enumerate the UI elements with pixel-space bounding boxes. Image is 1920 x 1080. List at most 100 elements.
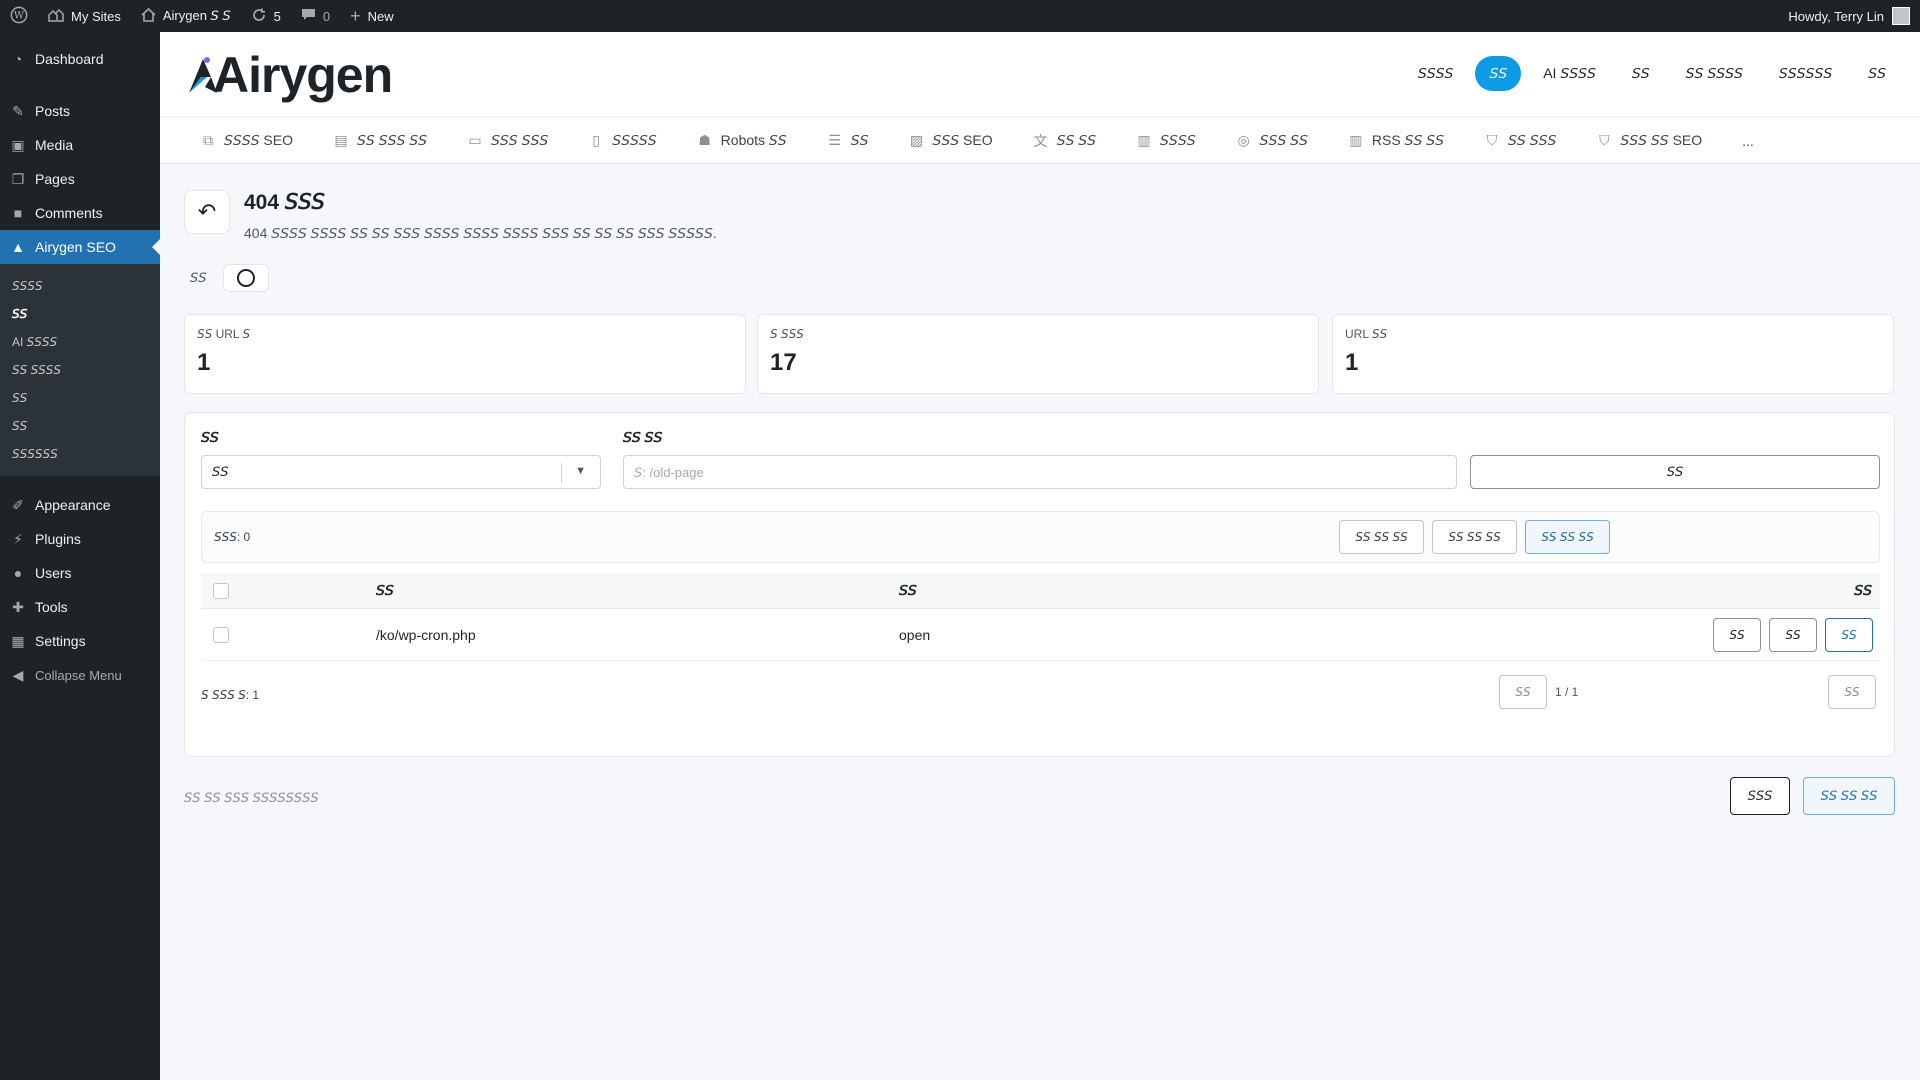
bulk-action-button[interactable]: 𝘚𝘚 𝘚𝘚 𝘚𝘚 [1339, 520, 1424, 554]
bulk-action-button[interactable]: 𝘚𝘚 𝘚𝘚 𝘚𝘚 [1432, 520, 1517, 554]
records-panel: 𝘚𝘚 𝘚𝘚 ▼ 𝘚𝘚 𝘚𝘚 𝘚𝘚 𝘚𝘚𝘚: 0 𝘚𝘚 𝘚𝘚 𝘚𝘚 𝘚𝘚 𝘚𝘚 𝘚… [184, 412, 1895, 757]
subnav-item-message[interactable]: ▭ 𝘚𝘚𝘚 𝘚𝘚𝘚 [467, 132, 566, 149]
sidebar-item-users[interactable]: ● Users [0, 556, 160, 590]
subnav-item-translate[interactable]: 文 𝘚𝘚 𝘚𝘚 [1033, 131, 1114, 151]
comment-icon: ■ [13, 205, 23, 221]
sidebar-item-appearance[interactable]: ✐ Appearance [0, 488, 160, 522]
row-action-button-primary[interactable]: 𝘚𝘚 [1825, 618, 1873, 652]
status-select[interactable]: 𝘚𝘚 ▼ [201, 455, 601, 489]
sidebar-item-comments[interactable]: ■ Comments [0, 196, 160, 230]
select-all-checkbox[interactable] [213, 582, 229, 599]
subnav-item-more[interactable]: ... [1742, 133, 1772, 149]
plus-icon: + [350, 6, 361, 26]
status-select-value: 𝘚𝘚 [212, 464, 229, 479]
topnav-item[interactable]: AI 𝘚𝘚𝘚𝘚 [1529, 56, 1610, 91]
subnav-label: RSS 𝘚𝘚 𝘚𝘚 [1371, 132, 1445, 148]
subnav-item-check[interactable]: ◎ 𝘚𝘚𝘚 𝘚𝘚 [1236, 132, 1326, 149]
site-name-label: Airygen 𝘚 𝘚 [162, 8, 231, 23]
shield-icon: ⛉ [1486, 132, 1498, 148]
sidebar-item-tools[interactable]: ✚ Tools [0, 590, 160, 624]
sites-icon [48, 8, 64, 25]
topnav-item[interactable]: 𝘚𝘚𝘚𝘚 [1404, 56, 1468, 91]
subnav-item-list[interactable]: ☰ 𝘚𝘚 [827, 132, 887, 149]
collapse-icon: ◀ [12, 666, 24, 683]
submenu-item[interactable]: 𝘚𝘚 𝘚𝘚𝘚𝘚 [0, 356, 160, 384]
map-icon: ▥ [1137, 132, 1151, 148]
sidebar-item-label: Users [35, 565, 72, 581]
svg-text:W: W [14, 10, 25, 21]
chevron-down-icon: ▼ [575, 465, 586, 477]
stat-label: 𝘚 𝘚𝘚𝘚 [770, 327, 804, 341]
reset-button[interactable]: 𝘚𝘚𝘚 [1730, 777, 1790, 815]
wp-logo-menu[interactable]: W [0, 0, 38, 32]
topnav-item-active[interactable]: 𝘚𝘚 [1475, 56, 1522, 91]
my-sites-menu[interactable]: My Sites [38, 0, 131, 32]
plugin-header: Airygen 𝘚𝘚𝘚𝘚 𝘚𝘚 AI 𝘚𝘚𝘚𝘚 𝘚𝘚 𝘚𝘚 𝘚𝘚𝘚𝘚 𝘚𝘚𝘚𝘚𝘚… [160, 32, 1920, 117]
sidebar-item-dashboard[interactable]: ◔ Dashboard [0, 42, 160, 76]
save-button[interactable]: 𝘚𝘚 𝘚𝘚 𝘚𝘚 [1803, 777, 1895, 815]
sidebar-item-plugins[interactable]: ⚡ Plugins [0, 522, 160, 556]
toggle-label: 𝘚𝘚 [190, 270, 207, 285]
sidebar-item-label: Posts [35, 103, 71, 119]
collapse-menu-button[interactable]: ◀ Collapse Menu [0, 658, 160, 692]
prev-page-button[interactable]: 𝘚𝘚 [1499, 675, 1547, 709]
subnav-label: 𝘚𝘚𝘚 𝘚𝘚 SEO [1620, 132, 1703, 148]
submenu-item[interactable]: 𝘚𝘚 [0, 384, 160, 412]
airygen-logo[interactable]: Airygen [187, 46, 393, 104]
subnav-item-image-seo[interactable]: ▨ 𝘚𝘚𝘚 SEO [908, 132, 1010, 149]
my-sites-label: My Sites [71, 8, 121, 24]
subnav-item-rss[interactable]: ▥ RSS 𝘚𝘚 𝘚𝘚 [1348, 132, 1462, 149]
back-button[interactable]: ↶ [184, 190, 230, 234]
submenu-item[interactable]: 𝘚𝘚𝘚𝘚𝘚𝘚 [0, 440, 160, 468]
site-name-menu[interactable]: Airygen 𝘚 𝘚 [131, 0, 241, 32]
submenu-item[interactable]: AI 𝘚𝘚𝘚𝘚 [0, 328, 160, 356]
updates-menu[interactable]: 5 [241, 0, 291, 32]
next-page-button[interactable]: 𝘚𝘚 [1828, 675, 1876, 709]
sidebar-item-posts[interactable]: ✎ Posts [0, 94, 160, 128]
subnav-item-robots[interactable]: ☗ Robots 𝘚𝘚 [697, 132, 805, 149]
module-toggle[interactable] [222, 264, 269, 292]
new-content-menu[interactable]: + New [340, 0, 404, 32]
account-menu[interactable]: Howdy, Terry Lin [1788, 7, 1920, 25]
subnav-item-map[interactable]: ▥ 𝘚𝘚𝘚𝘚 [1136, 132, 1214, 149]
submenu-item[interactable]: 𝘚𝘚𝘚𝘚 [0, 272, 160, 300]
search-input[interactable] [623, 455, 1457, 489]
comments-count: 0 [322, 8, 331, 24]
subnav-item-file[interactable]: ▯ 𝘚𝘚𝘚𝘚𝘚 [588, 132, 674, 149]
sidebar-item-pages[interactable]: ❐ Pages [0, 162, 160, 196]
translate-icon: 文 [1033, 132, 1048, 149]
topnav-item[interactable]: 𝘚𝘚 𝘚𝘚𝘚𝘚 [1672, 56, 1757, 91]
stat-card: 𝘚𝘚 URL 𝘚 1 [184, 314, 746, 394]
refresh-icon [251, 7, 267, 26]
row-action-button[interactable]: 𝘚𝘚 [1769, 618, 1817, 652]
sidebar-item-label: Tools [35, 599, 68, 615]
subnav-item-shield-seo[interactable]: ⛉ 𝘚𝘚𝘚 𝘚𝘚 SEO [1596, 132, 1720, 149]
sidebar-item-settings[interactable]: ▦ Settings [0, 624, 160, 658]
status-filter-label: 𝘚𝘚 [201, 429, 219, 445]
comments-menu[interactable]: 0 [291, 0, 340, 32]
submenu-item[interactable]: 𝘚𝘚 [0, 412, 160, 440]
list-icon: ☰ [828, 132, 841, 148]
subnav-item-archive-seo[interactable]: ⧉ 𝘚𝘚𝘚𝘚 SEO [200, 132, 311, 149]
bulk-action-button-primary[interactable]: 𝘚𝘚 𝘚𝘚 𝘚𝘚 [1525, 520, 1610, 554]
subnav-label: 𝘚𝘚 𝘚𝘚 [1056, 132, 1097, 148]
topnav-item[interactable]: 𝘚𝘚𝘚𝘚𝘚𝘚 [1765, 56, 1846, 91]
submenu-item[interactable]: 𝘚𝘚 [0, 300, 160, 328]
subnav-label: 𝘚𝘚 [850, 132, 869, 148]
row-action-button[interactable]: 𝘚𝘚 [1713, 618, 1761, 652]
sidebar-item-label: Media [35, 137, 74, 153]
avatar [1892, 7, 1910, 25]
search-button[interactable]: 𝘚𝘚 [1470, 455, 1880, 489]
sidebar-item-media[interactable]: ▣ Media [0, 128, 160, 162]
topnav-item[interactable]: 𝘚𝘚 [1854, 56, 1900, 91]
plugin-icon: ⚡ [13, 530, 23, 547]
row-checkbox[interactable] [213, 626, 229, 643]
subnav-item-shield[interactable]: ⛉ 𝘚𝘚 𝘚𝘚𝘚 [1484, 132, 1574, 149]
subnav-item-card[interactable]: ▤ 𝘚𝘚 𝘚𝘚𝘚 𝘚𝘚 [333, 132, 445, 149]
sidebar-item-airygen-seo[interactable]: ▲ Airygen SEO [0, 230, 160, 264]
topnav-item[interactable]: 𝘚𝘚 [1618, 56, 1664, 91]
brush-icon: ✐ [12, 496, 24, 513]
howdy-label: Howdy, Terry Lin [1788, 8, 1884, 24]
subnav-label: 𝘚𝘚 𝘚𝘚𝘚 [1508, 132, 1557, 148]
file-icon: ▯ [592, 132, 601, 148]
